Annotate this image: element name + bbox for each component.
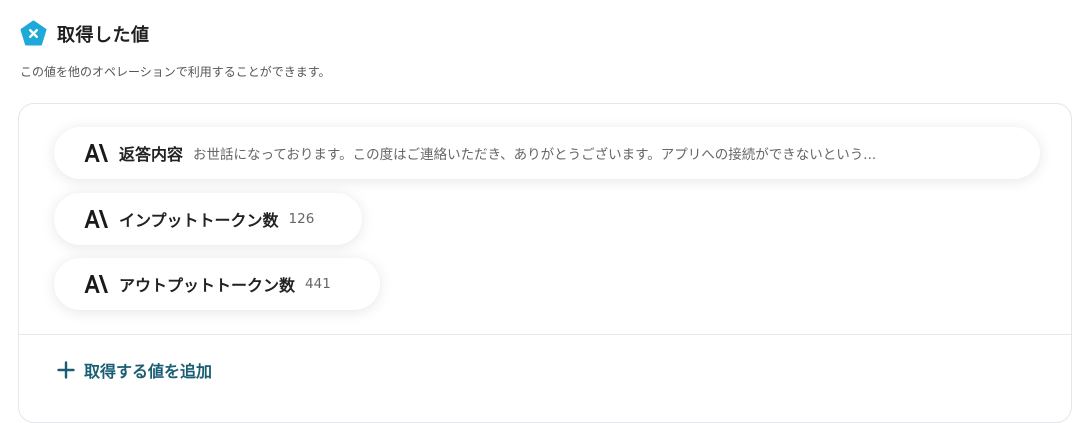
section-title: 取得した値 bbox=[57, 24, 150, 46]
value-pill-response-content[interactable]: 返答内容 お世話になっております。この度はご連絡いただき、ありがとうございます。… bbox=[54, 127, 1040, 179]
section-description: この値を他のオペレーションで利用することができます。 bbox=[20, 65, 331, 79]
pentagon-x-icon bbox=[20, 20, 47, 46]
value-text: 126 bbox=[288, 211, 315, 227]
divider bbox=[19, 334, 1071, 335]
value-label: インプットトークン数 bbox=[119, 211, 279, 230]
value-label: 返答内容 bbox=[119, 145, 184, 164]
value-label: アウトプットトークン数 bbox=[119, 276, 296, 295]
value-pill-output-tokens[interactable]: アウトプットトークン数 441 bbox=[54, 258, 380, 310]
value-pill-input-tokens[interactable]: インプットトークン数 126 bbox=[54, 193, 362, 245]
section-header: 取得した値 bbox=[20, 20, 150, 47]
value-text: 441 bbox=[305, 276, 331, 292]
add-value-button[interactable]: 取得する値を追加 bbox=[57, 358, 212, 382]
anthropic-logo-icon bbox=[84, 210, 108, 228]
anthropic-logo-icon bbox=[84, 275, 108, 293]
retrieved-values-panel: 返答内容 お世話になっております。この度はご連絡いただき、ありがとうございます。… bbox=[18, 103, 1072, 423]
plus-icon bbox=[57, 361, 75, 379]
value-text: お世話になっております。この度はご連絡いただき、ありがとうございます。アプリへの… bbox=[193, 147, 877, 163]
add-value-label: 取得する値を追加 bbox=[84, 362, 213, 381]
anthropic-logo-icon bbox=[84, 144, 108, 162]
